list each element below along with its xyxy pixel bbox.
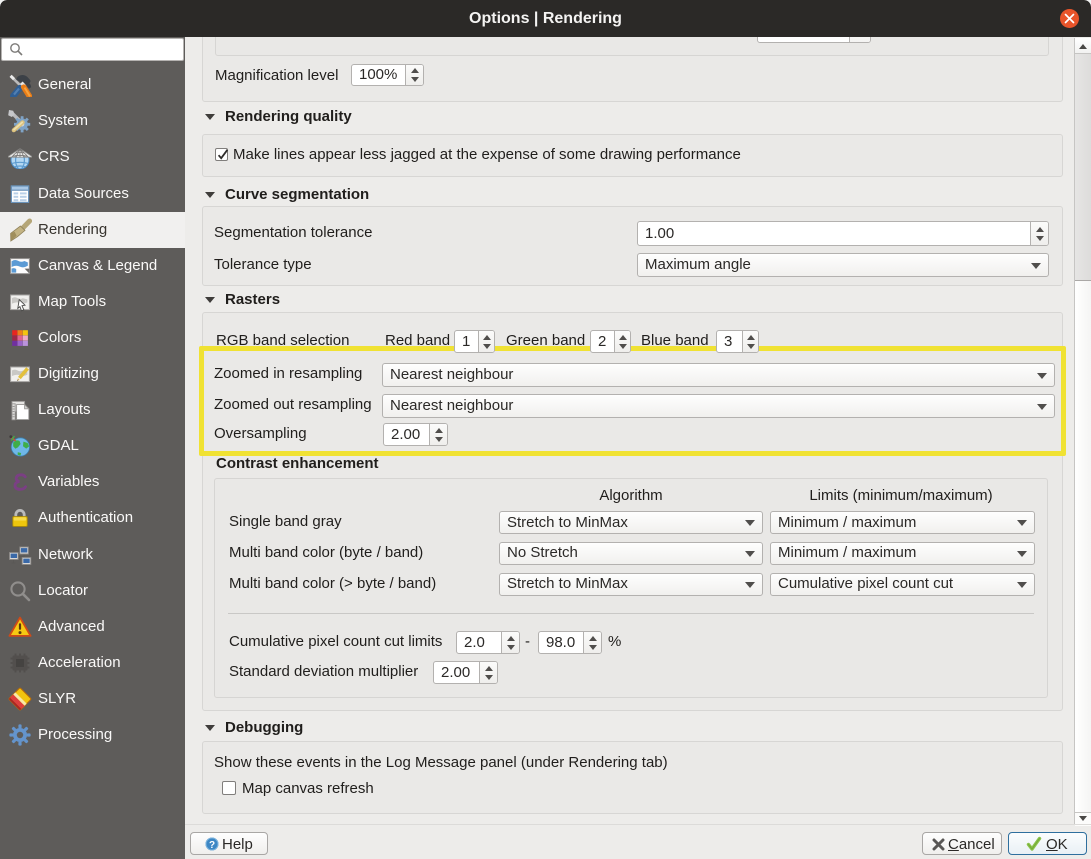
svg-text:?: ?	[209, 840, 215, 851]
